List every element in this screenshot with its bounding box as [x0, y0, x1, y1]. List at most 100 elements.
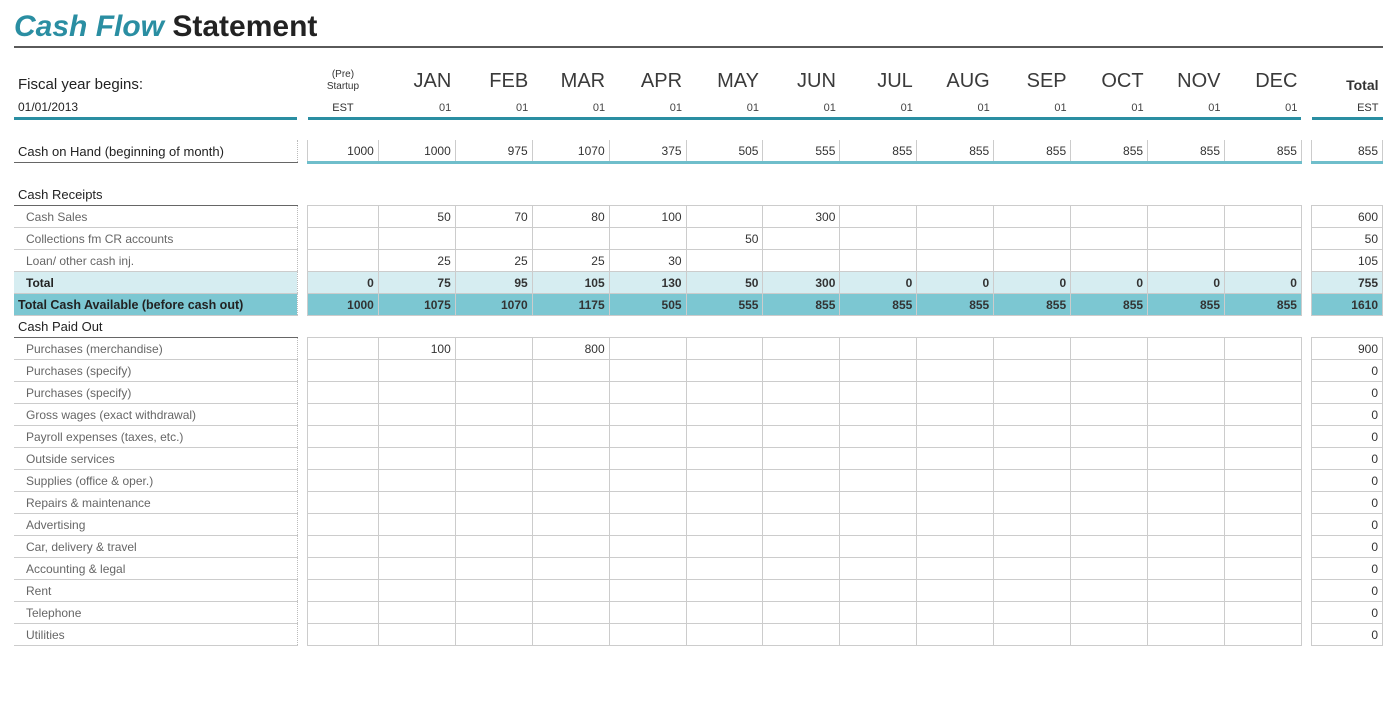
cell[interactable] [1148, 535, 1225, 557]
cell[interactable] [378, 227, 455, 249]
cell[interactable] [763, 425, 840, 447]
cell[interactable] [455, 227, 532, 249]
cell[interactable] [1225, 425, 1302, 447]
cell[interactable] [609, 491, 686, 513]
cell[interactable] [994, 205, 1071, 227]
cell[interactable] [609, 513, 686, 535]
cell[interactable] [917, 601, 994, 623]
cell[interactable] [1225, 381, 1302, 403]
cell-total[interactable]: 600 [1312, 205, 1383, 227]
cell[interactable] [686, 579, 763, 601]
cell[interactable] [1225, 469, 1302, 491]
cell-total[interactable]: 0 [1312, 513, 1383, 535]
cell[interactable] [455, 535, 532, 557]
cell[interactable] [1148, 623, 1225, 645]
cell[interactable] [609, 447, 686, 469]
cell[interactable] [308, 601, 379, 623]
cell[interactable] [609, 381, 686, 403]
cell[interactable] [686, 337, 763, 359]
cell[interactable] [532, 491, 609, 513]
cell[interactable] [917, 249, 994, 271]
cell[interactable] [1071, 205, 1148, 227]
cell[interactable] [994, 601, 1071, 623]
cell[interactable] [763, 249, 840, 271]
cell[interactable] [686, 403, 763, 425]
cell[interactable] [763, 381, 840, 403]
cell[interactable] [917, 381, 994, 403]
cell[interactable]: 80 [532, 205, 609, 227]
cell-total[interactable]: 0 [1312, 601, 1383, 623]
cell[interactable] [1225, 447, 1302, 469]
cell[interactable] [840, 601, 917, 623]
cell[interactable] [1225, 227, 1302, 249]
cell[interactable] [686, 205, 763, 227]
cell[interactable] [840, 579, 917, 601]
cell[interactable] [1071, 491, 1148, 513]
cell[interactable] [917, 557, 994, 579]
cell[interactable] [917, 535, 994, 557]
cell[interactable] [532, 381, 609, 403]
cell[interactable] [994, 513, 1071, 535]
cell[interactable] [1225, 535, 1302, 557]
cell[interactable] [763, 359, 840, 381]
cell[interactable] [994, 359, 1071, 381]
cell[interactable] [378, 447, 455, 469]
cell[interactable] [378, 469, 455, 491]
cell[interactable] [455, 359, 532, 381]
cell[interactable] [840, 403, 917, 425]
cell[interactable] [308, 381, 379, 403]
cell[interactable] [1071, 337, 1148, 359]
cell[interactable] [686, 601, 763, 623]
cell[interactable] [1225, 359, 1302, 381]
cell[interactable] [1148, 469, 1225, 491]
cell[interactable] [1225, 513, 1302, 535]
cell[interactable] [994, 557, 1071, 579]
cell[interactable] [308, 249, 379, 271]
cell[interactable] [308, 425, 379, 447]
cell[interactable] [1225, 557, 1302, 579]
cell[interactable] [994, 227, 1071, 249]
cell[interactable] [609, 469, 686, 491]
cell-total[interactable]: 0 [1312, 447, 1383, 469]
cell[interactable] [917, 359, 994, 381]
cell[interactable] [1225, 249, 1302, 271]
cell[interactable] [308, 535, 379, 557]
cell[interactable] [840, 623, 917, 645]
cell[interactable] [1225, 403, 1302, 425]
cell[interactable] [455, 337, 532, 359]
cell[interactable] [763, 337, 840, 359]
cell[interactable] [1071, 227, 1148, 249]
cell[interactable] [532, 425, 609, 447]
cell[interactable] [763, 579, 840, 601]
cell[interactable] [1148, 205, 1225, 227]
cell[interactable] [686, 535, 763, 557]
cell[interactable] [308, 491, 379, 513]
cell[interactable] [308, 579, 379, 601]
cell[interactable]: 50 [686, 227, 763, 249]
cell-total[interactable]: 0 [1312, 359, 1383, 381]
cell[interactable] [917, 337, 994, 359]
cell-total[interactable]: 0 [1312, 579, 1383, 601]
cell[interactable] [686, 491, 763, 513]
cell[interactable]: 300 [763, 205, 840, 227]
cell[interactable] [1148, 601, 1225, 623]
cell-total[interactable]: 0 [1312, 557, 1383, 579]
cell[interactable] [609, 359, 686, 381]
cell[interactable] [308, 359, 379, 381]
cell[interactable] [609, 425, 686, 447]
cell-total[interactable]: 900 [1312, 337, 1383, 359]
cell[interactable] [840, 469, 917, 491]
cell[interactable] [994, 249, 1071, 271]
cell[interactable] [917, 403, 994, 425]
cell[interactable] [1225, 623, 1302, 645]
cell[interactable] [378, 359, 455, 381]
cell[interactable]: 25 [532, 249, 609, 271]
cell[interactable] [609, 601, 686, 623]
cell[interactable] [455, 623, 532, 645]
cell[interactable] [917, 469, 994, 491]
cell[interactable] [686, 425, 763, 447]
cell[interactable] [686, 359, 763, 381]
cell[interactable] [1071, 425, 1148, 447]
cell-total[interactable]: 0 [1312, 425, 1383, 447]
cell[interactable] [840, 425, 917, 447]
